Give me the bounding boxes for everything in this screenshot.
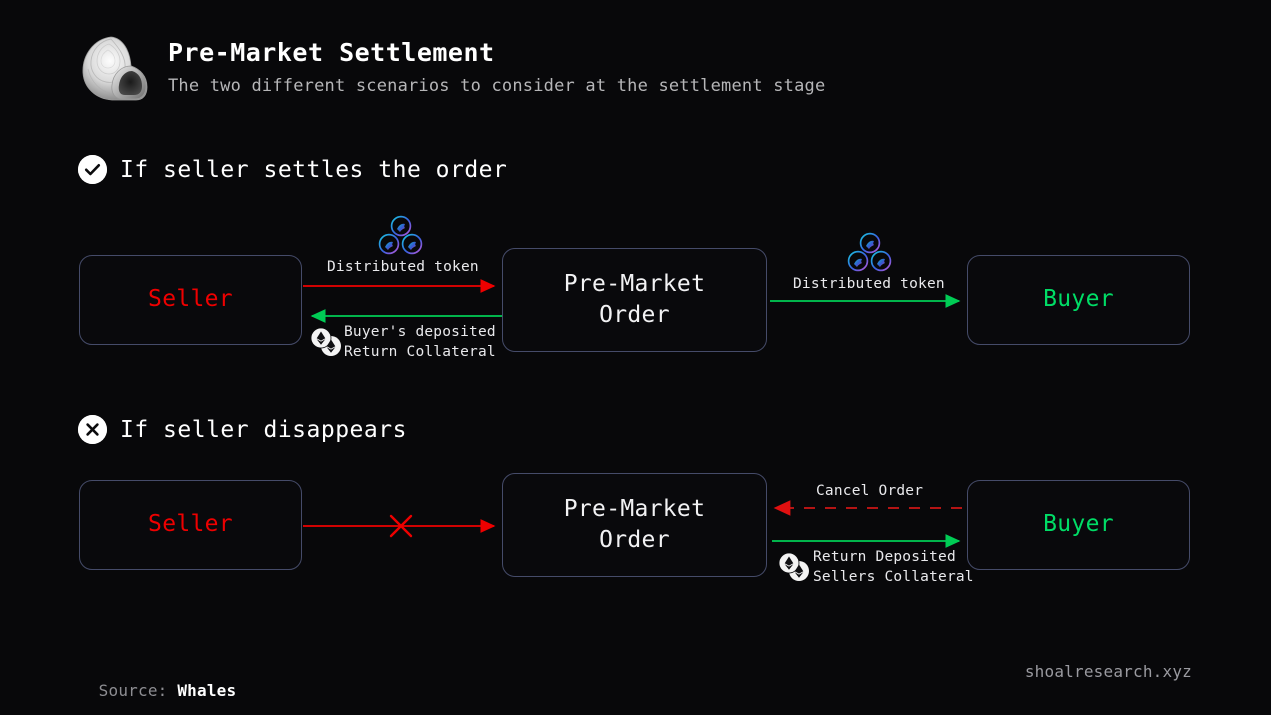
node-label: Seller (148, 511, 233, 538)
eth-coins-icon (778, 552, 811, 586)
section-heading-seller-settles: If seller settles the order (78, 155, 507, 184)
page-header: Pre-Market Settlement The two different … (78, 32, 825, 104)
footer-source-value: Whales (177, 681, 237, 700)
seashell-logo-icon (78, 34, 150, 104)
node-label: Buyer (1043, 286, 1114, 313)
flow-label-return-collateral-seller: Buyer's deposited Return Collateral (344, 324, 496, 360)
node-seller[interactable]: Seller (79, 255, 302, 345)
node-label: Pre-Market Order (563, 270, 706, 328)
node-buyer[interactable]: Buyer (967, 255, 1190, 345)
token-coins-icon (376, 215, 426, 261)
flow-label-cancel-order: Cancel Order (816, 483, 924, 499)
token-coins-icon (845, 232, 895, 278)
page-title: Pre-Market Settlement (168, 38, 495, 67)
node-label: Seller (148, 286, 233, 313)
footer-source: Source: Whales (79, 662, 236, 700)
flow-label-distributed-token-buyer: Distributed token (793, 276, 945, 292)
node-pre-market-order[interactable]: Pre-Market Order (502, 248, 767, 352)
page-subtitle: The two different scenarios to consider … (168, 76, 826, 96)
section-label: If seller settles the order (120, 156, 508, 183)
eth-coins-icon (310, 327, 343, 361)
x-cross-icon (389, 514, 413, 538)
flow-label-return-sellers-collateral: Return Deposited Sellers Collateral (813, 549, 974, 585)
footer-source-label: Source: (98, 681, 178, 700)
diagram-row-seller-disappears: Seller Pre-Market Order Buyer (0, 440, 1271, 610)
node-seller[interactable]: Seller (79, 480, 302, 570)
section-label: If seller disappears (120, 416, 407, 443)
check-circle-icon (78, 155, 107, 184)
node-buyer[interactable]: Buyer (967, 480, 1190, 570)
footer-site: shoalresearch.xyz (1024, 662, 1192, 681)
diagram-row-seller-settles: Seller Pre-Market Order Buyer (0, 215, 1271, 385)
node-label: Pre-Market Order (563, 495, 706, 553)
node-label: Buyer (1043, 511, 1114, 538)
node-pre-market-order[interactable]: Pre-Market Order (502, 473, 767, 577)
flow-label-distributed-token-seller: Distributed token (327, 259, 479, 275)
